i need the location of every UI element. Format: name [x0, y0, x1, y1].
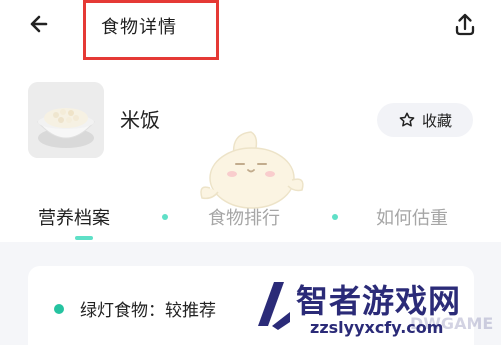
tab-nutrition-profile[interactable]: 营养档案	[38, 204, 110, 230]
back-button[interactable]	[24, 8, 56, 40]
share-button[interactable]	[447, 6, 483, 42]
share-icon	[455, 13, 475, 36]
back-arrow-icon	[30, 15, 48, 33]
title-highlight-box: 食物详情	[83, 0, 219, 60]
site-watermark: 智者游戏网 zzslyyxcfy.com DWGAME	[250, 268, 501, 345]
watermark-ghost-text: DWGAME	[410, 314, 494, 333]
top-bar: 食物详情	[0, 0, 501, 60]
rice-bowl-image	[28, 82, 104, 158]
food-name: 米饭	[120, 108, 160, 132]
active-tab-indicator	[75, 236, 93, 240]
favorite-button[interactable]: 收藏	[377, 103, 473, 137]
page-title: 食物详情	[101, 17, 177, 38]
tab-bar: 营养档案 食物排行 如何估重	[0, 198, 501, 242]
favorite-label: 收藏	[421, 111, 452, 130]
tab-separator-dot	[332, 214, 338, 220]
green-light-food-text: 绿灯食物：较推荐	[80, 301, 216, 321]
tab-how-to-estimate-weight[interactable]: 如何估重	[376, 204, 448, 230]
star-outline-icon	[399, 112, 415, 127]
green-status-dot	[54, 304, 64, 314]
tab-separator-dot	[162, 214, 168, 220]
watermark-logo	[258, 282, 290, 330]
food-image	[28, 82, 104, 158]
tab-food-ranking[interactable]: 食物排行	[208, 204, 280, 230]
